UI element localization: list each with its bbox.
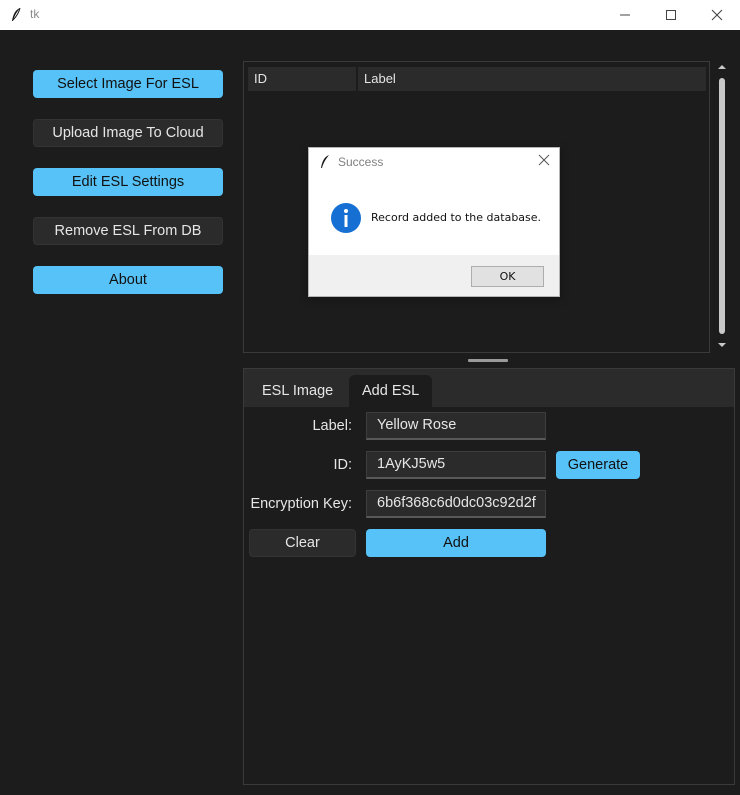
dialog-message: Record added to the database.: [371, 211, 542, 224]
minimize-icon: [620, 14, 630, 16]
label-field-label: Label:: [312, 418, 352, 434]
column-header-id[interactable]: ID: [248, 67, 356, 91]
minimize-button[interactable]: [602, 0, 648, 30]
close-icon: [711, 9, 723, 21]
success-dialog: Success Record added to the database. OK: [308, 147, 560, 297]
pane-sash[interactable]: [468, 359, 508, 362]
tab-add-esl[interactable]: Add ESL: [349, 375, 433, 407]
edit-esl-settings-button[interactable]: Edit ESL Settings: [33, 168, 223, 196]
feather-icon: [319, 154, 331, 175]
about-button[interactable]: About: [33, 266, 223, 294]
maximize-icon: [666, 10, 676, 20]
scroll-thumb[interactable]: [719, 78, 725, 334]
upload-image-button[interactable]: Upload Image To Cloud: [33, 119, 223, 147]
generate-button[interactable]: Generate: [556, 451, 640, 479]
key-field-label: Encryption Key:: [250, 496, 352, 512]
encryption-key-field[interactable]: 6b6f368c6d0dc03c92d2f: [366, 490, 546, 518]
id-field-label: ID:: [333, 457, 352, 473]
label-field[interactable]: Yellow Rose: [366, 412, 546, 440]
maximize-button[interactable]: [648, 0, 694, 30]
window-titlebar: tk: [0, 0, 740, 30]
feather-icon: [10, 7, 22, 28]
dialog-close-icon[interactable]: [538, 154, 550, 166]
id-field[interactable]: 1AyKJ5w5: [366, 451, 546, 479]
tab-strip: ESL Image Add ESL: [244, 369, 734, 407]
scroll-down-icon[interactable]: [717, 340, 727, 350]
select-image-button[interactable]: Select Image For ESL: [33, 70, 223, 98]
table-scrollbar[interactable]: [716, 62, 728, 354]
window-title: tk: [30, 7, 40, 21]
column-header-label[interactable]: Label: [358, 67, 706, 91]
ok-button[interactable]: OK: [471, 266, 544, 287]
dialog-footer: OK: [309, 255, 559, 296]
dialog-title: Success: [338, 155, 384, 169]
add-button[interactable]: Add: [366, 529, 546, 557]
scroll-up-icon[interactable]: [717, 62, 727, 72]
clear-button[interactable]: Clear: [249, 529, 356, 557]
remove-esl-button[interactable]: Remove ESL From DB: [33, 217, 223, 245]
info-icon: [331, 203, 361, 233]
close-button[interactable]: [694, 0, 740, 30]
tab-esl-image[interactable]: ESL Image: [249, 375, 346, 407]
